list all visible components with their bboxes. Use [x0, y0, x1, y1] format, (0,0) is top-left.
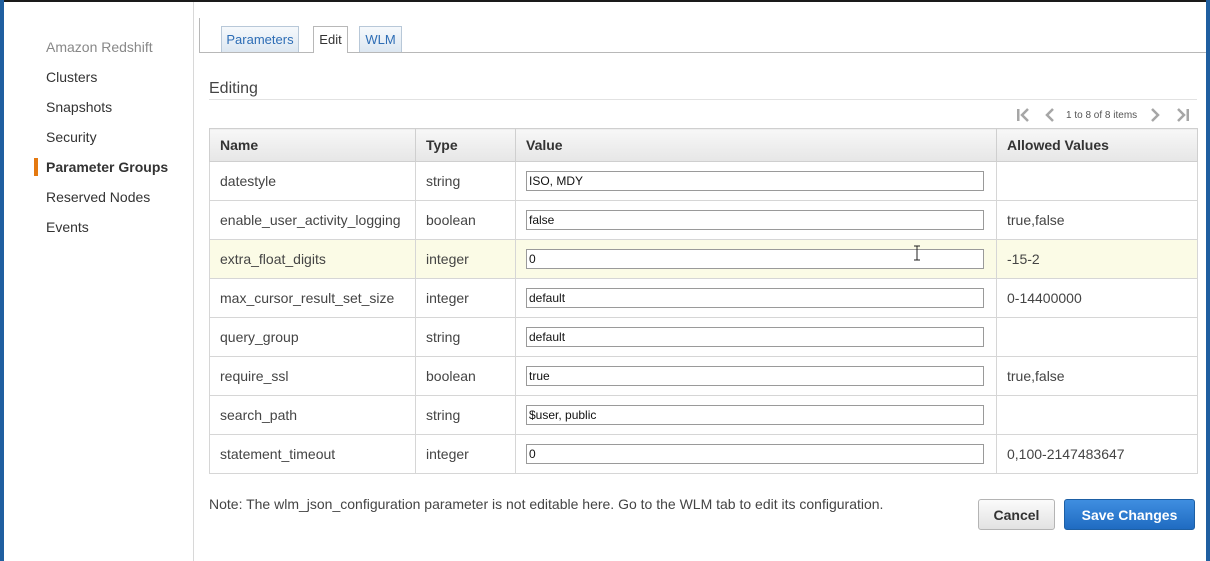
param-value-input[interactable] [526, 444, 984, 464]
table-row: statement_timeout integer 0,100-21474836… [209, 434, 1198, 474]
column-header-allowed-values[interactable]: Allowed Values [996, 128, 1198, 162]
tab-wlm[interactable]: WLM [359, 26, 402, 52]
param-name: extra_float_digits [209, 239, 416, 279]
param-value-input[interactable] [526, 210, 984, 230]
table-row: search_path string [209, 395, 1198, 435]
first-page-icon[interactable] [1014, 106, 1032, 124]
table-row: datestyle string [209, 161, 1198, 201]
param-type: integer [415, 278, 516, 318]
param-allowed-values: 0-14400000 [996, 278, 1198, 318]
window-right-border [1206, 0, 1210, 561]
param-allowed-values: 0,100-2147483647 [996, 434, 1198, 474]
param-value-input[interactable] [526, 288, 984, 308]
param-value-cell [515, 161, 997, 201]
column-header-name[interactable]: Name [209, 128, 416, 162]
sidebar-item-snapshots[interactable]: Snapshots [46, 99, 112, 115]
table-row: enable_user_activity_logging boolean tru… [209, 200, 1198, 240]
param-value-input[interactable] [526, 327, 984, 347]
sidebar: Amazon Redshift Clusters Snapshots Secur… [4, 2, 194, 561]
next-page-icon[interactable] [1148, 106, 1162, 124]
param-type: boolean [415, 200, 516, 240]
param-value-cell [515, 200, 997, 240]
param-value-input[interactable] [526, 171, 984, 191]
tab-bar-left-edge [199, 18, 200, 53]
param-value-cell [515, 317, 997, 357]
param-value-input[interactable] [526, 366, 984, 386]
wlm-note: Note: The wlm_json_configuration paramet… [209, 496, 884, 512]
sidebar-item-parameter-groups[interactable]: Parameter Groups [46, 159, 168, 175]
tab-parameters[interactable]: Parameters [221, 26, 299, 52]
table-row: max_cursor_result_set_size integer 0-144… [209, 278, 1198, 318]
param-value-cell [515, 239, 997, 279]
param-name: require_ssl [209, 356, 416, 396]
section-divider [209, 99, 1197, 100]
param-value-cell [515, 434, 997, 474]
table-row-highlighted: extra_float_digits integer -15-2 [209, 239, 1198, 279]
sidebar-item-clusters[interactable]: Clusters [46, 69, 97, 85]
param-name: datestyle [209, 161, 416, 201]
sidebar-item-security[interactable]: Security [46, 129, 97, 145]
cancel-button[interactable]: Cancel [978, 499, 1055, 530]
param-value-cell [515, 356, 997, 396]
column-header-value[interactable]: Value [515, 128, 997, 162]
active-item-marker [34, 158, 38, 176]
param-name: enable_user_activity_logging [209, 200, 416, 240]
param-type: string [415, 161, 516, 201]
table-row: require_ssl boolean true,false [209, 356, 1198, 396]
param-name: statement_timeout [209, 434, 416, 474]
last-page-icon[interactable] [1174, 106, 1192, 124]
param-allowed-values: true,false [996, 356, 1198, 396]
tab-bar-baseline [199, 52, 1206, 53]
table-header-row: Name Type Value Allowed Values [209, 128, 1198, 162]
param-name: query_group [209, 317, 416, 357]
param-value-cell [515, 278, 997, 318]
sidebar-item-events[interactable]: Events [46, 219, 89, 235]
sidebar-item-reserved-nodes[interactable]: Reserved Nodes [46, 189, 150, 205]
param-allowed-values: true,false [996, 200, 1198, 240]
section-title: Editing [209, 80, 258, 97]
save-changes-button[interactable]: Save Changes [1064, 499, 1195, 530]
param-type: boolean [415, 356, 516, 396]
parameters-table: Name Type Value Allowed Values datestyle… [209, 128, 1198, 474]
tab-edit[interactable]: Edit [313, 26, 348, 53]
param-type: integer [415, 434, 516, 474]
param-allowed-values [996, 161, 1198, 201]
param-allowed-values [996, 395, 1198, 435]
text-cursor-icon [914, 245, 920, 261]
sidebar-header: Amazon Redshift [46, 39, 153, 55]
table-row: query_group string [209, 317, 1198, 357]
column-header-type[interactable]: Type [415, 128, 516, 162]
pagination-status: 1 to 8 of 8 items [1066, 110, 1138, 121]
param-value-cell [515, 395, 997, 435]
param-type: string [415, 317, 516, 357]
param-value-input[interactable] [526, 405, 984, 425]
param-allowed-values [996, 317, 1198, 357]
previous-page-icon[interactable] [1043, 106, 1057, 124]
param-type: integer [415, 239, 516, 279]
param-name: search_path [209, 395, 416, 435]
param-type: string [415, 395, 516, 435]
param-name: max_cursor_result_set_size [209, 278, 416, 318]
param-allowed-values: -15-2 [996, 239, 1198, 279]
